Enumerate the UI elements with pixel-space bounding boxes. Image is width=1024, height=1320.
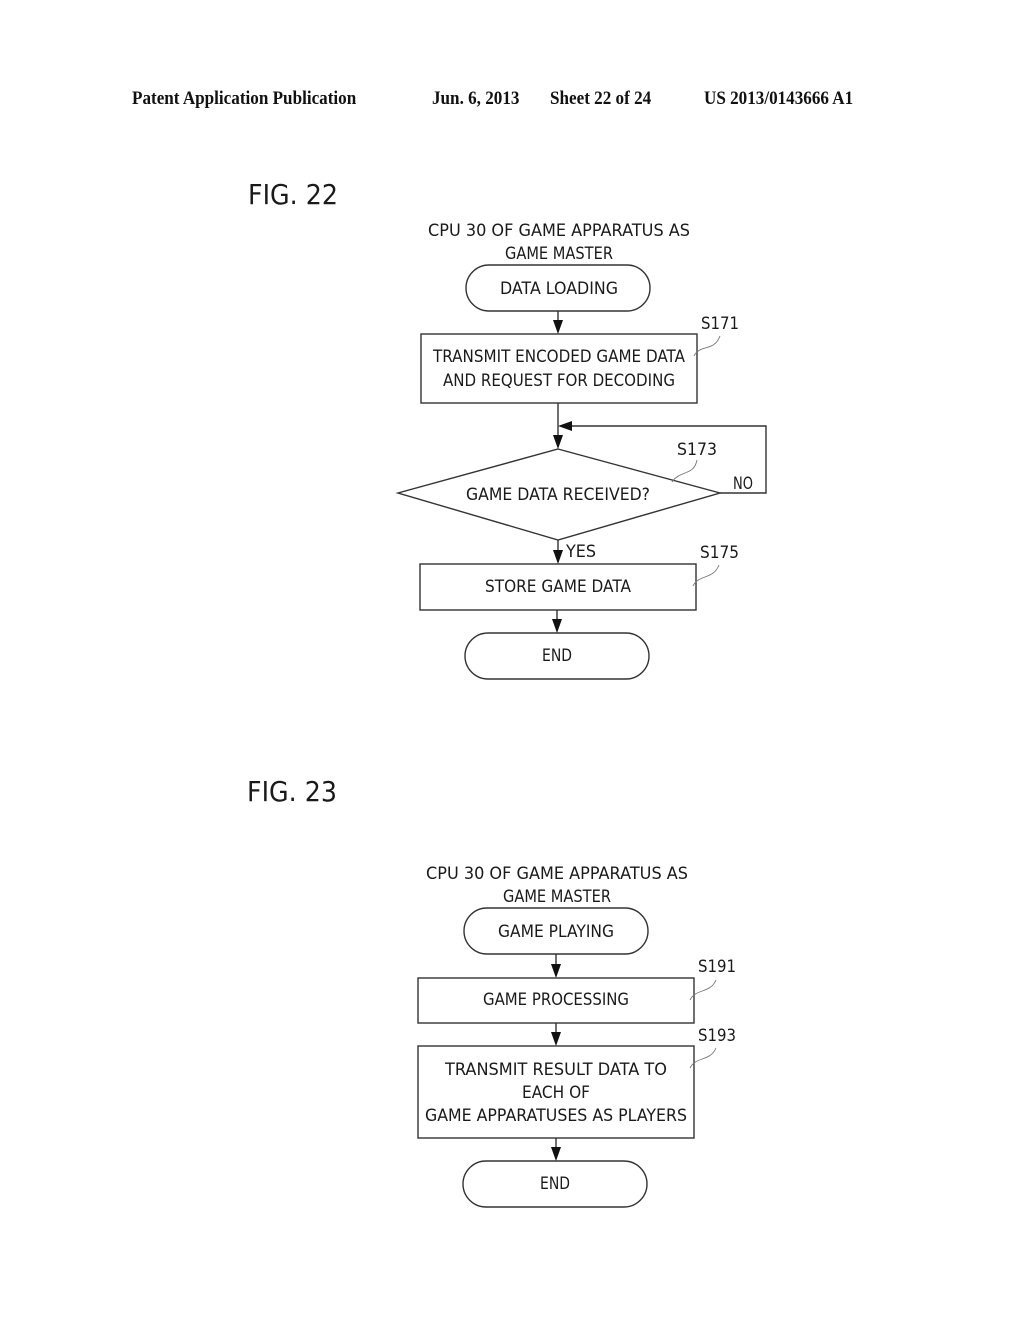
fig23-s193-line2: EACH OF (522, 1083, 590, 1103)
fig22-no-label: NO (733, 474, 753, 494)
fig23-s193-step-label: S193 (698, 1026, 736, 1046)
fig23-s193-line3: GAME APPARATUSES AS PLAYERS (425, 1106, 687, 1126)
figure-22: FIG. 22 CPU 30 OF GAME APPARATUS AS GAME… (248, 178, 767, 680)
fig23-s193-line1: TRANSMIT RESULT DATA TO (444, 1060, 667, 1080)
fig22-loop-arrowhead (558, 421, 572, 431)
fig22-title: FIG. 22 (248, 178, 338, 211)
fig23-end-label: END (540, 1174, 570, 1194)
fig22-s175-text: STORE GAME DATA (485, 577, 631, 597)
fig22-arrowhead (552, 619, 562, 633)
fig22-s173-step-label: S173 (677, 440, 717, 460)
fig22-s171-leader (693, 335, 721, 357)
flowcharts: FIG. 22 CPU 30 OF GAME APPARATUS AS GAME… (247, 178, 767, 1208)
fig22-arrowhead (553, 435, 563, 449)
fig23-actor-line2: GAME MASTER (503, 887, 611, 907)
fig22-s173-question: GAME DATA RECEIVED? (466, 485, 650, 505)
fig22-start-label: DATA LOADING (500, 279, 618, 299)
fig23-arrowhead (551, 964, 561, 978)
fig22-arrowhead (553, 550, 563, 564)
fig22-s171-box (420, 333, 698, 404)
fig22-s171-line1: TRANSMIT ENCODED GAME DATA (432, 347, 685, 367)
fig22-arrowhead (553, 320, 563, 334)
fig22-yes-label: YES (565, 542, 596, 562)
fig22-s171-line2: AND REQUEST FOR DECODING (443, 371, 675, 391)
fig23-title: FIG. 23 (247, 775, 337, 808)
fig22-actor-line2: GAME MASTER (505, 244, 613, 264)
fig23-s191-text: GAME PROCESSING (483, 990, 629, 1010)
figure-23: FIG. 23 CPU 30 OF GAME APPARATUS AS GAME… (247, 775, 736, 1208)
fig22-s175-leader (692, 564, 720, 587)
fig23-actor-line1: CPU 30 OF GAME APPARATUS AS (426, 864, 688, 884)
fig22-s173-leader (671, 459, 698, 483)
fig23-s191-step-label: S191 (698, 957, 736, 977)
fig22-actor-line1: CPU 30 OF GAME APPARATUS AS (428, 221, 690, 241)
fig23-arrowhead (551, 1032, 561, 1046)
fig22-s175-step-label: S175 (700, 543, 739, 563)
fig23-start-label: GAME PLAYING (498, 922, 614, 942)
fig23-arrowhead (551, 1147, 561, 1161)
fig22-s171-step-label: S171 (701, 314, 739, 334)
fig22-end-label: END (542, 646, 572, 666)
